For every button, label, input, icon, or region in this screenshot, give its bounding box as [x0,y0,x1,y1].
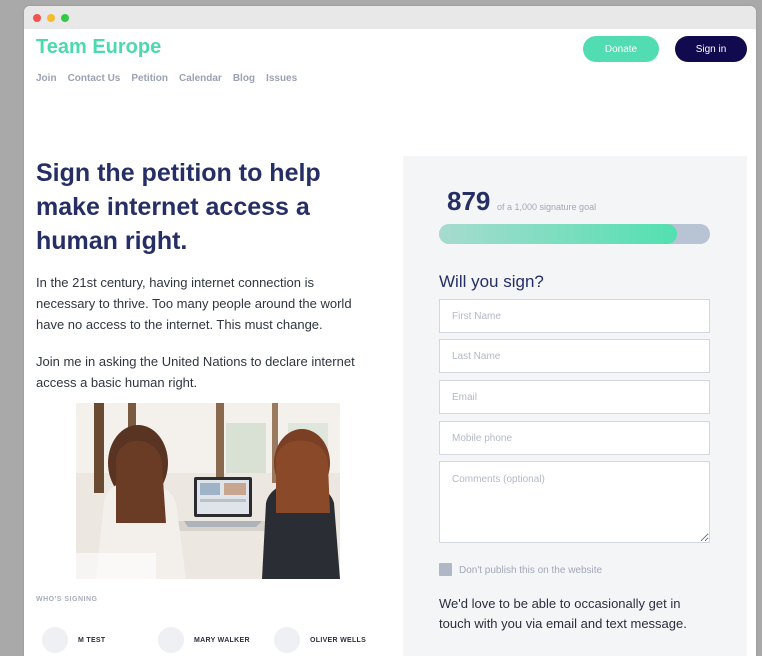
first-name-input[interactable] [439,299,710,333]
dont-publish-checkbox[interactable] [439,563,452,576]
signer-item: MARY WALKER [158,627,250,653]
whos-signing-label: WHO'S SIGNING [36,596,98,603]
title-bar [24,6,756,29]
petition-paragraph-2: Join me in asking the United Nations to … [36,354,355,390]
window-close-icon[interactable] [33,14,41,22]
signer-item: OLIVER WELLS [274,627,366,653]
nav-contact-us[interactable]: Contact Us [68,73,121,84]
window-minimize-icon[interactable] [47,14,55,22]
petition-headline: Sign the petition to help make internet … [36,159,321,255]
signature-progress-bar [439,224,710,244]
form-title: Will you sign? [439,272,544,291]
signup-panel: 879 of a 1,000 signature goal Will you s… [403,156,747,656]
signature-goal: of a 1,000 signature goal [497,202,597,212]
nav-calendar[interactable]: Calendar [179,73,222,84]
signature-progress-fill [439,224,678,244]
browser-window: Team Europe Join Contact Us Petition Cal… [24,6,756,656]
two-women-laptop-image [76,403,340,579]
email-input[interactable] [439,380,710,414]
site-brand[interactable]: Team Europe [36,36,161,59]
signer-name: MARY WALKER [194,636,250,644]
signer-avatar [42,627,68,653]
nav-blog[interactable]: Blog [233,73,255,84]
sign-in-button[interactable]: Sign in [675,36,747,62]
nav-issues[interactable]: Issues [266,73,297,84]
mobile-phone-input[interactable] [439,421,710,455]
petition-paragraph-1: In the 21st century, having internet con… [36,275,352,332]
signer-avatar [158,627,184,653]
contact-consent-text: We'd love to be able to occasionally get… [439,596,687,631]
signer-name: M TEST [78,636,106,644]
main-nav: Join Contact Us Petition Calendar Blog I… [36,73,297,84]
comments-textarea[interactable] [439,461,710,543]
signer-name: OLIVER WELLS [310,636,367,644]
petition-photo [76,403,340,579]
nav-petition[interactable]: Petition [131,73,168,84]
dont-publish-label[interactable]: Don't publish this on the website [459,565,602,576]
nav-join[interactable]: Join [36,73,57,84]
signer-item: M TEST [42,627,105,653]
signer-avatar [274,627,300,653]
signature-count: 879 [447,186,491,216]
donate-button[interactable]: Donate [583,36,659,62]
last-name-input[interactable] [439,339,710,373]
window-maximize-icon[interactable] [61,14,69,22]
